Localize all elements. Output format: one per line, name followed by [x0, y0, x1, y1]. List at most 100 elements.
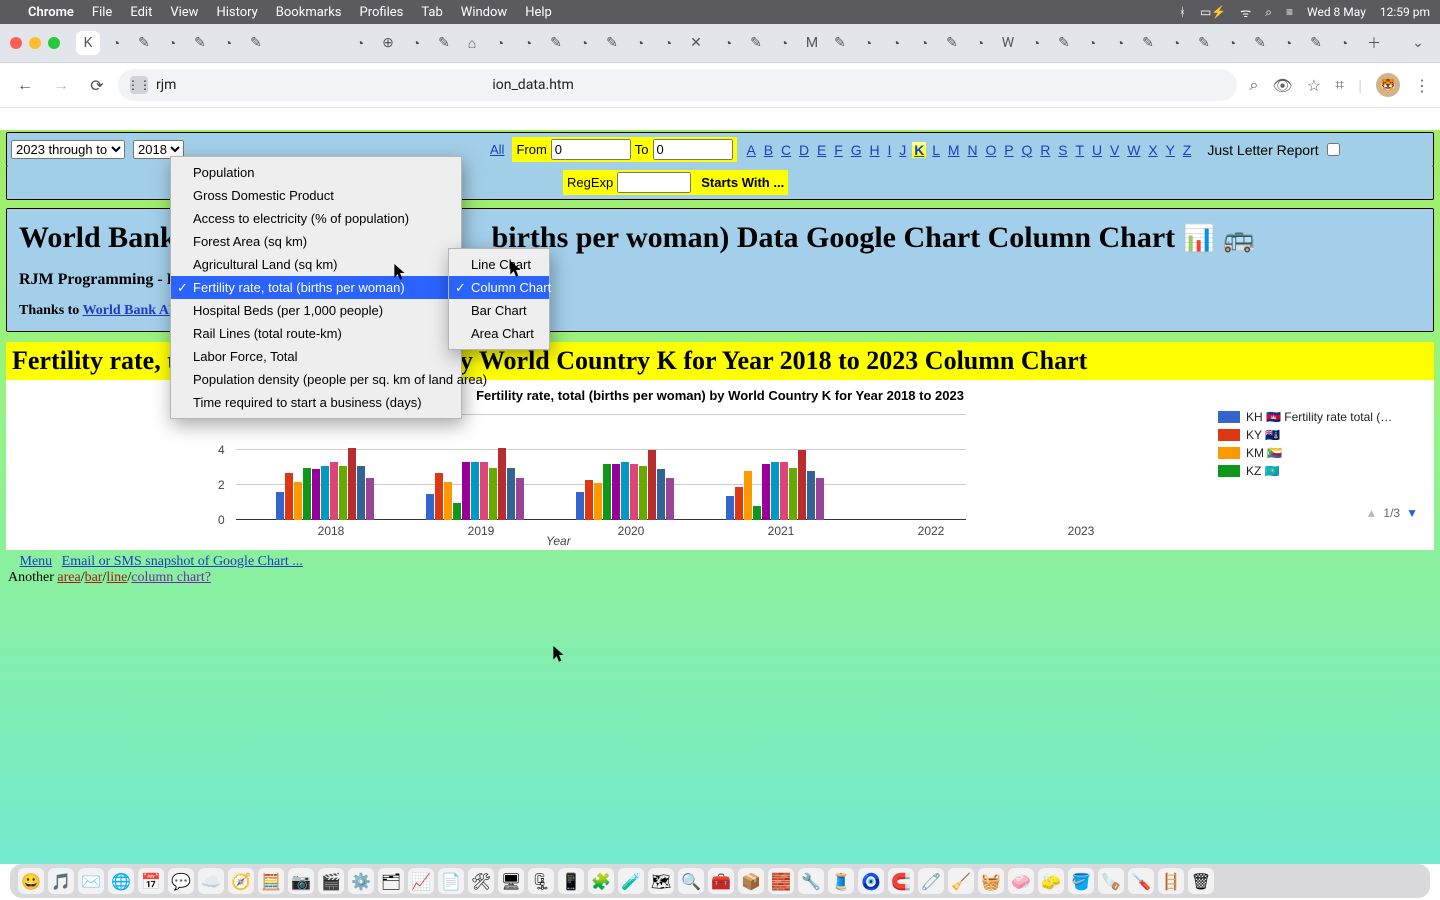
tab-item[interactable]: ◔	[968, 31, 992, 55]
just-letter-report-checkbox[interactable]	[1327, 143, 1340, 156]
indicator-dropdown[interactable]: PopulationGross Domestic ProductAccess t…	[170, 156, 462, 419]
alphabet-letter-W[interactable]: W	[1125, 142, 1142, 158]
chart-bar[interactable]	[576, 492, 584, 520]
dock-app[interactable]: ⚙️	[348, 868, 374, 894]
chart-bar[interactable]	[426, 494, 434, 520]
dock-app[interactable]: 🪛	[1128, 868, 1154, 894]
chart-type-dropdown[interactable]: Line Chart✓Column ChartBar ChartArea Cha…	[448, 248, 550, 350]
year-through-select[interactable]: 2023 through to	[11, 140, 125, 159]
dock-app[interactable]: 🗜	[528, 868, 554, 894]
menu-view[interactable]: View	[170, 5, 198, 20]
tab-item[interactable]: ◔	[1164, 31, 1188, 55]
chart-bar[interactable]	[816, 478, 824, 520]
dock-app[interactable]: 📱	[558, 868, 584, 894]
nav-back-button[interactable]: ←	[10, 70, 40, 100]
chrome-menu-icon[interactable]: ⋮	[1414, 76, 1430, 95]
chart-bar[interactable]	[648, 450, 656, 520]
tab-item[interactable]: ✎	[1248, 31, 1272, 55]
chart-bar[interactable]	[330, 462, 338, 520]
spotlight-icon[interactable]: ⌕	[1265, 5, 1272, 20]
wifi-icon[interactable]: ᯤ	[1240, 4, 1251, 21]
alphabet-letter-A[interactable]: A	[745, 142, 758, 158]
chart-bar[interactable]	[471, 462, 479, 520]
tab-close-icon[interactable]: ✕	[684, 31, 708, 55]
dock-app[interactable]: 🧽	[1038, 868, 1064, 894]
reader-icon[interactable]: 👁	[1272, 76, 1292, 95]
dock-app[interactable]: 🧰	[708, 868, 734, 894]
chart-bar[interactable]	[357, 466, 365, 520]
tab-item[interactable]: ✎	[744, 31, 768, 55]
tab-item[interactable]: ✎	[940, 31, 964, 55]
all-link[interactable]: All	[490, 142, 504, 157]
chart-bar[interactable]	[312, 469, 320, 520]
chart-bar[interactable]	[453, 503, 461, 521]
dock-app[interactable]: 🗑	[1188, 868, 1214, 894]
dock-app[interactable]: ☁️	[198, 868, 224, 894]
dropdown-item[interactable]: Area Chart	[449, 322, 549, 345]
alphabet-letter-E[interactable]: E	[815, 142, 828, 158]
alphabet-letter-B[interactable]: B	[762, 142, 775, 158]
tab-item[interactable]: ◔	[1108, 31, 1132, 55]
legend-prev-icon[interactable]: ▲	[1366, 506, 1378, 520]
dock-app[interactable]: 🎬	[318, 868, 344, 894]
dropdown-item[interactable]: Time required to start a business (days)	[171, 391, 461, 414]
chart-bar[interactable]	[735, 487, 743, 520]
dock-app[interactable]: 🗺	[648, 868, 674, 894]
dropdown-item[interactable]: Rail Lines (total route-km)	[171, 322, 461, 345]
chart-bar[interactable]	[489, 468, 497, 521]
alphabet-letter-C[interactable]: C	[779, 142, 793, 158]
dock-app[interactable]: 🎵	[48, 868, 74, 894]
chart-bar[interactable]	[285, 473, 293, 520]
dock-app[interactable]: 📅	[138, 868, 164, 894]
chart-bar[interactable]	[798, 450, 806, 520]
tab-item[interactable]: ◔	[1332, 31, 1356, 55]
menu-link[interactable]: Menu	[20, 554, 53, 569]
dock-app[interactable]: 🧷	[918, 868, 944, 894]
menu-window[interactable]: Window	[461, 5, 507, 20]
app-name[interactable]: Chrome	[28, 5, 74, 20]
alphabet-letter-U[interactable]: U	[1090, 142, 1104, 158]
dock-app[interactable]: 📦	[738, 868, 764, 894]
world-bank-api-link[interactable]: World Bank API	[83, 303, 183, 318]
tab-item[interactable]: ✎	[1304, 31, 1328, 55]
window-zoom-button[interactable]	[48, 37, 60, 49]
area-link[interactable]: area	[57, 570, 80, 585]
alphabet-letter-S[interactable]: S	[1056, 142, 1069, 158]
alphabet-letter-X[interactable]: X	[1146, 142, 1159, 158]
chart-bar[interactable]	[276, 492, 284, 520]
chart-bar[interactable]	[480, 462, 488, 520]
tab-item[interactable]: ◔	[856, 31, 880, 55]
chart-bar[interactable]	[294, 482, 302, 521]
tab-item[interactable]: ◔	[772, 31, 796, 55]
bookmark-icon[interactable]: ☆	[1307, 76, 1321, 95]
dock-app[interactable]: 🪜	[1158, 868, 1184, 894]
dropdown-item[interactable]: Bar Chart	[449, 299, 549, 322]
chart-bar[interactable]	[789, 468, 797, 521]
menu-file[interactable]: File	[92, 5, 112, 20]
dock-app[interactable]: 🛠	[468, 868, 494, 894]
battery-icon[interactable]: ▭⚡	[1200, 5, 1226, 19]
menu-tab[interactable]: Tab	[421, 5, 442, 20]
new-tab-button[interactable]: ＋	[1362, 31, 1386, 55]
tab-item[interactable]: ◔	[348, 31, 372, 55]
control-center-icon[interactable]: ≡	[1286, 5, 1293, 19]
address-bar[interactable]: ⋮⋮ rjm ion_data.htm	[118, 69, 1237, 101]
legend-entry[interactable]: KY 🇰🇾	[1218, 428, 1418, 442]
dock-app[interactable]: 🧮	[258, 868, 284, 894]
dock-app[interactable]: 🧿	[858, 868, 884, 894]
chart-bar[interactable]	[621, 462, 629, 520]
alphabet-letter-V[interactable]: V	[1108, 142, 1121, 158]
dock-app[interactable]: ✉️	[78, 868, 104, 894]
chart-bar[interactable]	[498, 448, 506, 520]
legend-entry[interactable]: KM 🇰🇲	[1218, 446, 1418, 460]
alphabet-letter-M[interactable]: M	[946, 142, 962, 158]
alphabet-letter-J[interactable]: J	[897, 142, 908, 158]
dock-app[interactable]: 😀	[18, 868, 44, 894]
tab-item[interactable]: ✎	[544, 31, 568, 55]
tab-item[interactable]: ◔	[516, 31, 540, 55]
dock-app[interactable]: 🧱	[768, 868, 794, 894]
dropdown-item[interactable]: Population density (people per sq. km of…	[171, 368, 461, 391]
tab-item[interactable]: ✎	[828, 31, 852, 55]
dock-app[interactable]: 🧭	[228, 868, 254, 894]
tab-item[interactable]: ◔	[912, 31, 936, 55]
